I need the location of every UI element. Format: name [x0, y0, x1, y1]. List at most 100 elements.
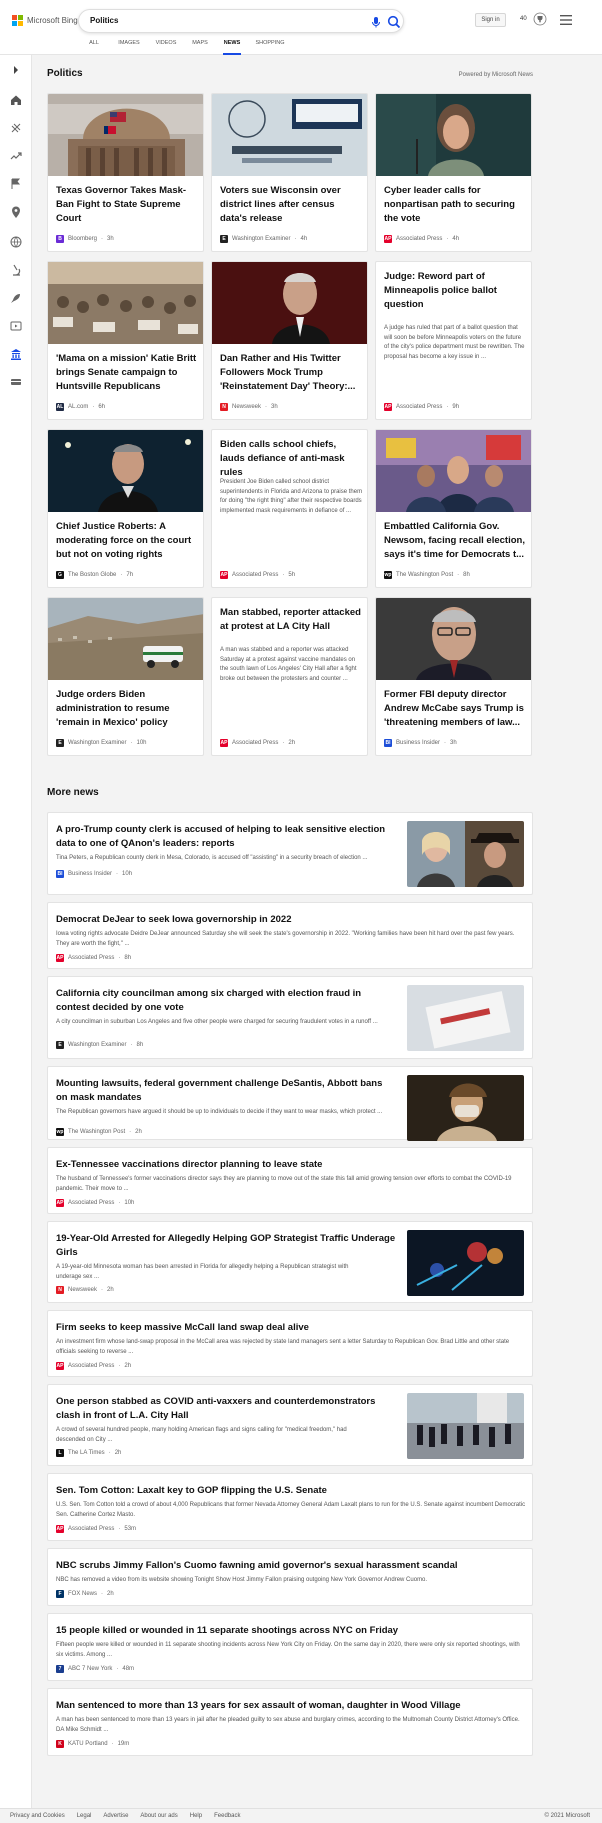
business-insider-logo-icon: BI [56, 870, 64, 878]
trending-icon[interactable] [9, 149, 23, 163]
footer-link-legal[interactable]: Legal [77, 1813, 92, 1819]
item-snippet: An investment firm whose land-swap propo… [56, 1339, 510, 1355]
tab-all[interactable]: ALL [85, 36, 103, 55]
news-card[interactable]: Man stabbed, reporter attacked at protes… [211, 597, 368, 756]
microphone-icon[interactable] [369, 15, 383, 29]
card-source: BI Business Insider · 3h [384, 739, 457, 747]
card-title[interactable]: Texas Governor Takes Mask-Ban Fight to S… [56, 184, 197, 226]
tab-maps[interactable]: MAPS [191, 36, 209, 55]
list-item[interactable]: Democrat DeJear to seek Iowa governorshi… [47, 902, 533, 969]
newsom-rally-image [376, 430, 531, 512]
footer-link-about-ads[interactable]: About our ads [140, 1813, 177, 1819]
location-pin-icon[interactable] [9, 205, 23, 219]
item-title[interactable]: Man sentenced to more than 13 years for … [56, 1699, 526, 1713]
item-title[interactable]: Mounting lawsuits, federal government ch… [56, 1077, 396, 1105]
card-title[interactable]: Chief Justice Roberts: A moderating forc… [56, 520, 197, 562]
item-title[interactable]: Ex-Tennessee vaccinations director plann… [56, 1158, 526, 1172]
news-card[interactable]: Chief Justice Roberts: A moderating forc… [47, 429, 204, 588]
rocket-icon[interactable] [9, 291, 23, 305]
item-snippet: Iowa voting rights advocate Deidre DeJea… [56, 931, 515, 947]
source-name: The Boston Globe [68, 572, 117, 578]
item-title[interactable]: One person stabbed as COVID anti-vaxxers… [56, 1395, 396, 1423]
list-item[interactable]: Man sentenced to more than 13 years for … [47, 1688, 533, 1756]
news-card[interactable]: Embattled California Gov. Newsom, facing… [375, 429, 532, 588]
news-card[interactable]: Judge: Reword part of Minneapolis police… [375, 261, 532, 420]
item-snippet: NBC has removed a video from its website… [56, 1577, 428, 1583]
ap-logo-icon: AP [220, 739, 228, 747]
video-icon[interactable] [9, 319, 23, 333]
card-title[interactable]: Dan Rather and His Twitter Followers Moc… [220, 352, 361, 394]
news-card[interactable]: Judge orders Biden administration to res… [47, 597, 204, 756]
home-icon[interactable] [9, 93, 23, 107]
item-title[interactable]: 19-Year-Old Arrested for Allegedly Helpi… [56, 1232, 396, 1260]
rewards-points[interactable]: 40 [520, 16, 527, 22]
tab-images[interactable]: IMAGES [117, 36, 141, 55]
item-title[interactable]: A pro-Trump county clerk is accused of h… [56, 823, 396, 851]
item-source: E Washington Examiner · 8h [56, 1041, 143, 1049]
politics-building-icon[interactable] [9, 347, 23, 361]
globe-icon[interactable] [9, 235, 23, 249]
tab-videos[interactable]: VIDEOS [155, 36, 177, 55]
card-title[interactable]: Judge orders Biden administration to res… [56, 688, 197, 730]
source-time: 9h [452, 404, 460, 410]
logo-text: Microsoft Bing [27, 16, 78, 25]
sign-in-button[interactable]: Sign in [475, 13, 506, 27]
item-snippet: A 19-year-old Minnesota woman has been a… [56, 1264, 349, 1280]
footer-link-advertise[interactable]: Advertise [103, 1813, 128, 1819]
menu-hamburger-icon[interactable] [560, 15, 572, 25]
expand-chevron-icon[interactable] [9, 63, 23, 77]
news-card[interactable]: Cyber leader calls for nonpartisan path … [375, 93, 532, 252]
list-item[interactable]: 19-Year-Old Arrested for Allegedly Helpi… [47, 1221, 533, 1303]
item-title[interactable]: California city councilman among six cha… [56, 987, 396, 1015]
card-title[interactable]: Former FBI deputy director Andrew McCabe… [384, 688, 525, 730]
card-title[interactable]: Man stabbed, reporter attacked at protes… [220, 606, 361, 634]
list-item[interactable]: Mounting lawsuits, federal government ch… [47, 1066, 533, 1141]
mccabe-portrait-image [376, 598, 531, 680]
search-icon[interactable] [386, 14, 402, 30]
footer-link-feedback[interactable]: Feedback [214, 1813, 240, 1819]
item-title[interactable]: Sen. Tom Cotton: Laxalt key to GOP flipp… [56, 1484, 526, 1498]
rewards-trophy-icon[interactable] [533, 12, 547, 26]
list-item[interactable]: California city councilman among six cha… [47, 976, 533, 1059]
news-card[interactable]: Biden calls school chiefs, lauds defianc… [211, 429, 368, 588]
card-title[interactable]: Biden calls school chiefs, lauds defianc… [220, 438, 361, 480]
tab-shopping[interactable]: SHOPPING [255, 36, 285, 55]
list-item[interactable]: One person stabbed as COVID anti-vaxxers… [47, 1384, 533, 1466]
news-card[interactable]: 'Mama on a mission' Katie Britt brings S… [47, 261, 204, 420]
footer-link-help[interactable]: Help [190, 1813, 202, 1819]
news-card[interactable]: Dan Rather and His Twitter Followers Moc… [211, 261, 368, 420]
item-title[interactable]: Firm seeks to keep massive McCall land s… [56, 1321, 526, 1335]
card-title[interactable]: 'Mama on a mission' Katie Britt brings S… [56, 352, 197, 394]
flag-icon[interactable] [9, 177, 23, 191]
source-name: Associated Press [232, 572, 279, 578]
news-card[interactable]: Texas Governor Takes Mask-Ban Fight to S… [47, 93, 204, 252]
card-title[interactable]: Voters sue Wisconsin over district lines… [220, 184, 361, 226]
item-title[interactable]: Democrat DeJear to seek Iowa governorshi… [56, 913, 526, 927]
list-item[interactable]: Ex-Tennessee vaccinations director plann… [47, 1147, 533, 1214]
list-item[interactable]: Firm seeks to keep massive McCall land s… [47, 1310, 533, 1377]
item-source: AP Associated Press · 2h [56, 1362, 132, 1370]
search-input[interactable]: Politics [78, 9, 404, 33]
news-card[interactable]: Voters sue Wisconsin over district lines… [211, 93, 368, 252]
list-item[interactable]: Sen. Tom Cotton: Laxalt key to GOP flipp… [47, 1473, 533, 1541]
item-source: K KATU Portland · 19m [56, 1740, 129, 1748]
tab-news[interactable]: NEWS [223, 36, 241, 55]
sports-icon[interactable] [9, 121, 23, 135]
search-query[interactable]: Politics [90, 16, 118, 25]
source-name: Newsweek [232, 404, 262, 410]
card-title[interactable]: Cyber leader calls for nonpartisan path … [384, 184, 525, 226]
microscope-icon[interactable] [9, 263, 23, 277]
list-item[interactable]: A pro-Trump county clerk is accused of h… [47, 812, 533, 895]
card-title[interactable]: Embattled California Gov. Newsom, facing… [384, 520, 525, 562]
money-icon[interactable] [9, 375, 23, 389]
item-title[interactable]: NBC scrubs Jimmy Fallon's Cuomo fawning … [56, 1559, 526, 1573]
source-name: Newsweek [68, 1287, 98, 1293]
news-card[interactable]: Former FBI deputy director Andrew McCabe… [375, 597, 532, 756]
card-source: E Washington Examiner · 10h [56, 739, 147, 747]
bing-logo[interactable]: Microsoft Bing [12, 15, 78, 26]
list-item[interactable]: 15 people killed or wounded in 11 separa… [47, 1613, 533, 1681]
list-item[interactable]: NBC scrubs Jimmy Fallon's Cuomo fawning … [47, 1548, 533, 1606]
item-title[interactable]: 15 people killed or wounded in 11 separa… [56, 1624, 526, 1638]
footer-link-privacy[interactable]: Privacy and Cookies [10, 1813, 65, 1819]
card-title[interactable]: Judge: Reword part of Minneapolis police… [384, 270, 525, 312]
